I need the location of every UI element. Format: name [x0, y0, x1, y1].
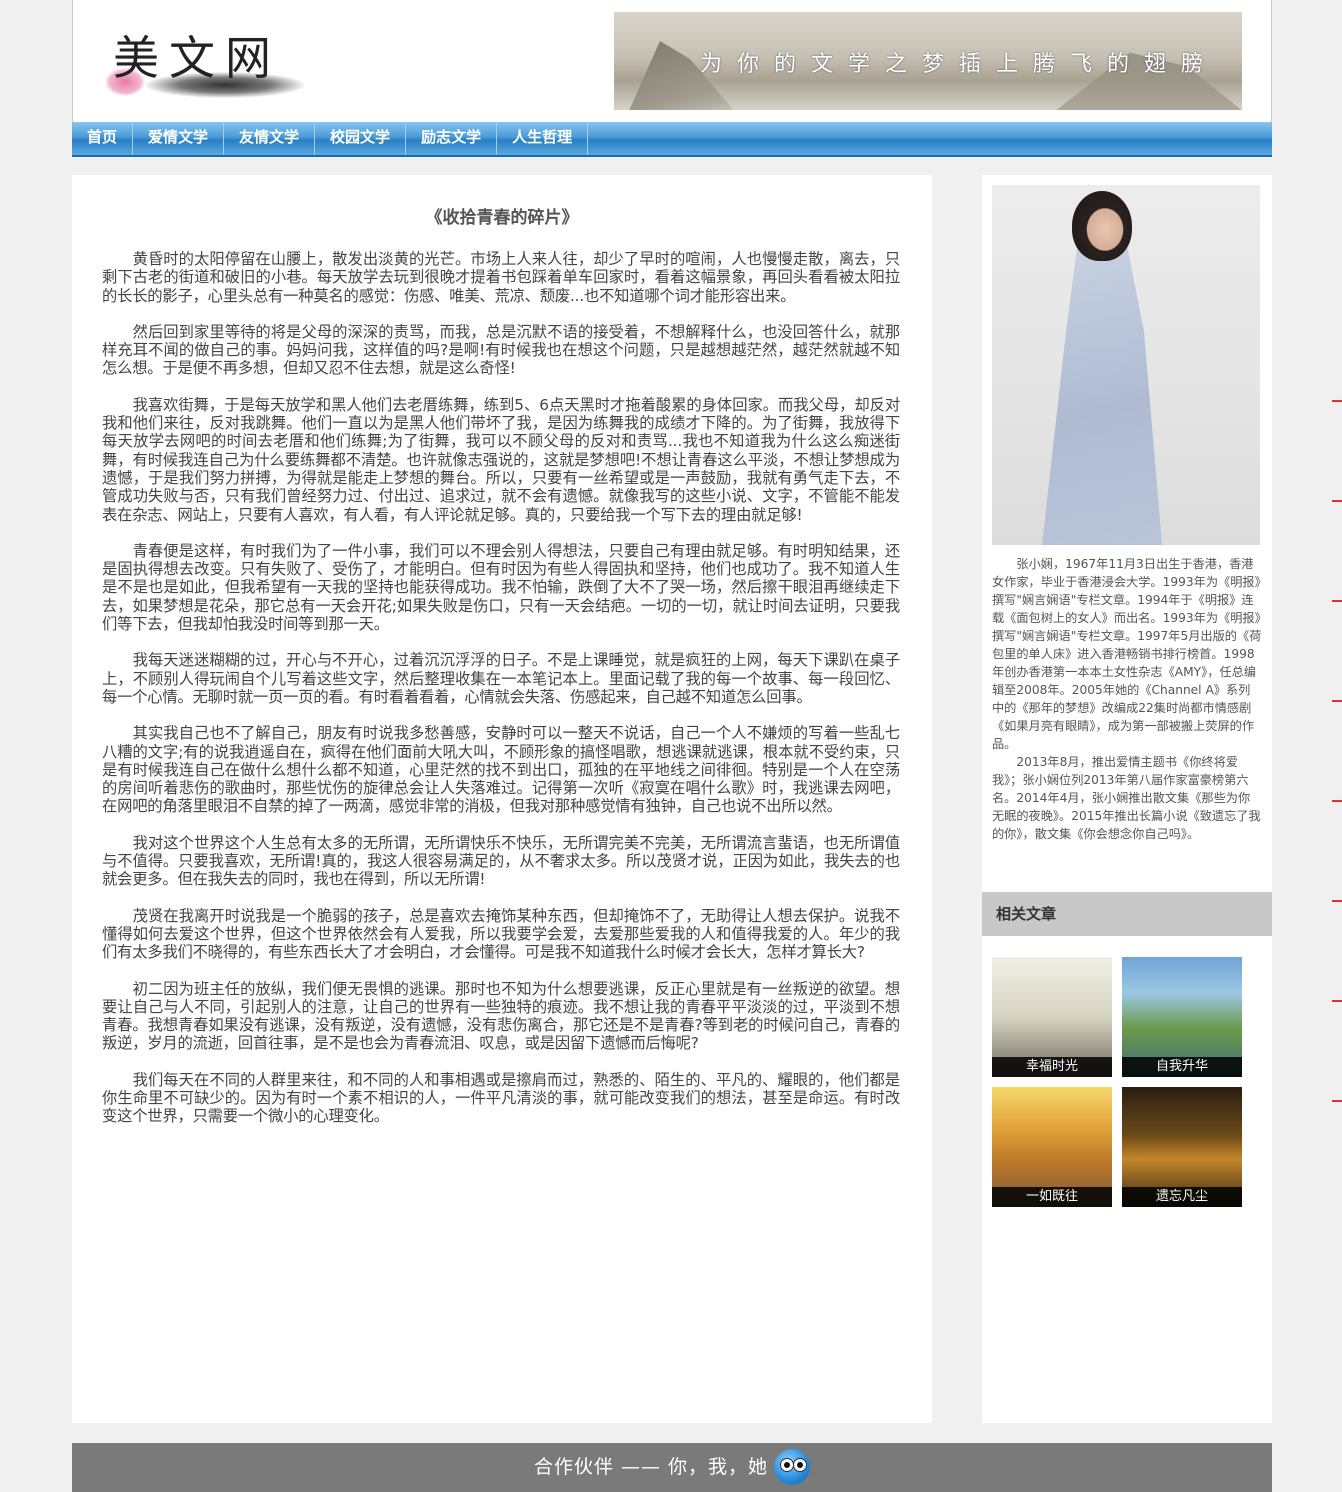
- related-article-thumb[interactable]: 遗忘凡尘: [1122, 1087, 1242, 1207]
- bio-paragraph: 2013年8月，推出爱情主题书《你终将爱我》；张小娴位列2013年第八届作家富豪…: [992, 755, 1261, 841]
- related-article-thumb[interactable]: 一如既往: [992, 1087, 1112, 1207]
- related-article-thumb[interactable]: 幸福时光: [992, 957, 1112, 1077]
- eye-icon: [780, 1458, 795, 1472]
- edge-marker: [1332, 700, 1342, 702]
- author-figure: [1042, 240, 1162, 545]
- nav-item-campus[interactable]: 校园文学: [315, 122, 407, 155]
- nav-item-friendship[interactable]: 友情文学: [224, 122, 316, 155]
- article-paragraph: 其实我自己也不了解自己，朋友有时说我多愁善感，安静时可以一整天不说话，自己一个人…: [102, 724, 900, 816]
- author-bio: 张小娴，1967年11月3日出生于香港，香港女作家，毕业于香港浸会大学。1993…: [992, 555, 1262, 843]
- article-paragraph: 我每天迷迷糊糊的过，开心与不开心，过着沉沉浮浮的日子。不是上课睡觉，就是疯狂的上…: [102, 651, 900, 706]
- footer-partners-text: 合作伙伴 —— 你，我，她: [533, 1456, 769, 1478]
- edge-marker: [1332, 1000, 1342, 1002]
- edge-marker: [1332, 900, 1342, 902]
- article-paragraph: 我们每天在不同的人群里来往，和不同的人和事相遇或是擦肩而过，熟悉的、陌生的、平凡…: [102, 1070, 900, 1126]
- article-body: 黄昏时的太阳停留在山腰上，散发出淡黄的光芒。市场上人来人往，却少了早时的喧闹，人…: [102, 250, 900, 1144]
- edge-marker: [1332, 400, 1342, 402]
- main-nav: 首页 爱情文学 友情文学 校园文学 励志文学 人生哲理: [72, 122, 1272, 157]
- article-paragraph: 茂贤在我离开时说我是一个脆弱的孩子，总是喜欢去掩饰某种东西，但却掩饰不了，无助得…: [102, 906, 900, 962]
- article-paragraph: 然后回到家里等待的将是父母的深深的责骂，而我，总是沉默不语的接受着，不想解释什么…: [102, 322, 900, 378]
- site-header: 美文网 为你的文学之梦插上腾飞的翅膀: [72, 0, 1272, 123]
- bio-paragraph: 张小娴，1967年11月3日出生于香港，香港女作家，毕业于香港浸会大学。1993…: [992, 557, 1262, 751]
- site-logo[interactable]: 美文网: [105, 20, 305, 102]
- nav-item-philosophy[interactable]: 人生哲理: [497, 122, 589, 155]
- nav-item-love[interactable]: 爱情文学: [133, 122, 225, 155]
- site-footer: 合作伙伴 —— 你，我，她: [72, 1443, 1272, 1492]
- article-paragraph: 初二因为班主任的放纵，我们便无畏惧的逃课。那时也不知为什么想要逃课，反正心里就是…: [102, 979, 900, 1053]
- author-photo[interactable]: [992, 185, 1260, 545]
- edge-marker: [1332, 600, 1342, 602]
- edge-marker: [1332, 800, 1342, 802]
- article-paragraph: 青春便是这样，有时我们为了一件小事，我们可以不理会别人得想法，只要自己有理由就足…: [102, 541, 900, 634]
- nav-item-inspirational[interactable]: 励志文学: [406, 122, 498, 155]
- article-paragraph: 我对这个世界这个人生总有太多的无所谓，无所谓快乐不快乐，无所谓完美不完美，无所谓…: [102, 833, 900, 889]
- banner-slogan: 为你的文学之梦插上腾飞的翅膀: [700, 52, 1219, 77]
- related-article-title[interactable]: 一如既往: [992, 1187, 1112, 1207]
- eye-icon: [793, 1458, 808, 1472]
- edge-marker: [1332, 1100, 1342, 1102]
- author-head: [1072, 191, 1132, 261]
- smiley-eyes-icon: [774, 1449, 811, 1485]
- related-articles-heading: 相关文章: [982, 892, 1272, 936]
- related-article-thumb[interactable]: 自我升华: [1122, 957, 1242, 1077]
- related-article-title[interactable]: 遗忘凡尘: [1122, 1187, 1242, 1207]
- logo-text: 美文网: [113, 31, 281, 85]
- header-banner: 为你的文学之梦插上腾飞的翅膀: [614, 12, 1242, 110]
- edge-marker: [1332, 500, 1342, 502]
- related-article-title[interactable]: 幸福时光: [992, 1057, 1112, 1077]
- related-article-title[interactable]: 自我升华: [1122, 1057, 1242, 1077]
- sidebar: 张小娴，1967年11月3日出生于香港，香港女作家，毕业于香港浸会大学。1993…: [982, 175, 1272, 1423]
- article-paragraph: 黄昏时的太阳停留在山腰上，散发出淡黄的光芒。市场上人来人往，却少了早时的喧闹，人…: [102, 250, 900, 305]
- article-paragraph: 我喜欢街舞，于是每天放学和黑人他们去老厝练舞，练到5、6点天黑时才拖着酸累的身体…: [102, 395, 900, 524]
- article-title: 《收拾青春的碎片》: [425, 208, 579, 228]
- nav-item-home[interactable]: 首页: [72, 122, 134, 155]
- article-panel: 《收拾青春的碎片》 黄昏时的太阳停留在山腰上，散发出淡黄的光芒。市场上人来人往，…: [72, 175, 932, 1423]
